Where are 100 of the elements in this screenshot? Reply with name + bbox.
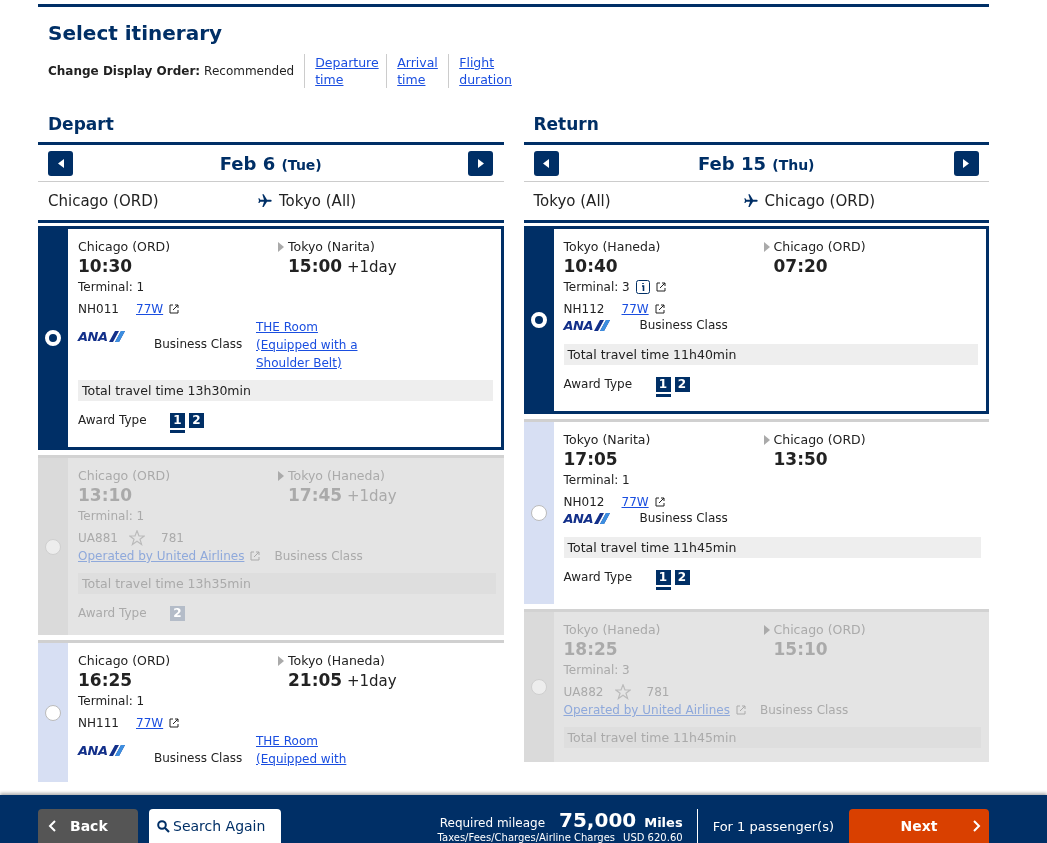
flight-number: NH112	[563, 302, 604, 316]
departure-airport: Tokyo (Haneda)	[563, 622, 662, 637]
origin: Tokyo (All)	[533, 192, 612, 210]
section-heading: Depart	[48, 114, 115, 134]
terminal: Terminal: 1	[78, 280, 145, 294]
triangle-icon	[278, 241, 284, 252]
cabin-class: Business Class	[154, 337, 244, 351]
next-date-button[interactable]	[954, 150, 979, 176]
origin: Chicago (ORD)	[48, 192, 160, 210]
sort-link[interactable]: Arrival time	[386, 54, 449, 88]
departure-time: 17:05	[563, 448, 619, 471]
right-triangle-icon	[478, 158, 484, 168]
flight-number: NH012	[563, 495, 604, 509]
departure-airport: Tokyo (Narita)	[563, 432, 652, 447]
back-button[interactable]: Back	[38, 809, 138, 843]
aircraft-link[interactable]: 77W	[136, 302, 164, 316]
arrival-airport: Tokyo (Haneda)	[278, 468, 478, 483]
departure-airport: Chicago (ORD)	[78, 468, 172, 483]
total-travel-time: Total travel time 13h30min	[78, 380, 493, 401]
departure-airport: Tokyo (Haneda)	[563, 239, 662, 254]
triangle-icon	[278, 470, 284, 481]
terminal: Terminal: 3	[563, 663, 630, 677]
chevron-right-icon	[973, 820, 981, 832]
award-type-label: Award Type	[78, 413, 148, 427]
chevron-left-icon	[48, 820, 56, 832]
flight-card[interactable]: Chicago (ORD) 16:25 Terminal: 1 Tokyo (Haneda) 21:05 +1day NH111 77W ANA Business Class THE Room (Equipped with	[38, 640, 504, 782]
award-type-option[interactable]: 1	[655, 377, 671, 397]
arrival-time: 15:00 +1day	[288, 255, 398, 278]
total-travel-time: Total travel time 11h45min	[563, 537, 981, 558]
arrival-time: 21:05 +1day	[288, 669, 398, 692]
external-link-icon	[169, 304, 180, 314]
star-alliance-icon	[614, 684, 631, 700]
search-icon	[157, 819, 170, 833]
external-link-icon	[654, 304, 665, 314]
external-link-icon	[655, 282, 666, 292]
current-order: Recommended	[204, 64, 295, 78]
previous-date-button[interactable]	[48, 150, 73, 176]
mileage-value: 75,000	[559, 808, 637, 832]
award-type-option[interactable]: 2	[674, 570, 690, 585]
aircraft-type: 781	[646, 685, 670, 699]
external-link-icon	[169, 718, 180, 728]
airline-logo: ANA	[563, 318, 624, 333]
flight-card[interactable]: Tokyo (Haneda) 10:40 Terminal: 3 Chicago (ORD) 07:20 NH112 77W ANA Business Class Total travel time 11h40min Award Type 1 2	[523, 226, 989, 414]
previous-date-button[interactable]	[533, 150, 559, 176]
arrival-airport: Tokyo (Haneda)	[278, 653, 478, 668]
radio-button[interactable]	[530, 505, 547, 521]
airline-logo: ANA	[78, 743, 138, 758]
mileage-label: Required mileage	[439, 816, 546, 830]
award-type-option[interactable]: 1	[655, 570, 671, 590]
aircraft-type: 781	[161, 531, 184, 545]
arrival-airport: Chicago (ORD)	[763, 239, 964, 254]
award-type-label: Award Type	[78, 606, 148, 620]
star-alliance-icon	[129, 530, 145, 546]
award-type-option[interactable]: 2	[189, 413, 204, 428]
next-date-button[interactable]	[468, 150, 494, 176]
terminal: Terminal: 1	[78, 509, 145, 523]
date: Feb 6 (Tue)	[219, 152, 322, 174]
radio-button[interactable]	[45, 704, 61, 721]
award-type-option[interactable]: 2	[674, 377, 690, 392]
destination: Tokyo (All)	[279, 192, 357, 210]
sort-link[interactable]: Departure time	[304, 54, 387, 88]
flight-card[interactable]: Tokyo (Narita) 17:05 Terminal: 1 Chicago (ORD) 13:50 NH012 77W ANA Business Class Total travel time 11h45min Award Type 1 2	[523, 419, 989, 604]
arrival-time: 13:50	[773, 448, 829, 471]
departure-time: 18:25	[563, 638, 619, 661]
terminal: Terminal: 1	[563, 473, 630, 487]
triangle-icon	[763, 434, 770, 445]
right-triangle-icon	[963, 158, 970, 168]
cabin-class: Business Class	[759, 703, 849, 717]
departure-airport: Chicago (ORD)	[78, 653, 172, 668]
triangle-icon	[763, 241, 770, 252]
arrival-time: 17:45 +1day	[288, 484, 398, 507]
flight-number: NH011	[78, 302, 118, 316]
seat-link[interactable]: THE Room (Equipped with a Shoulder Belt)	[256, 318, 362, 372]
taxes-label: Taxes/Fees/Charges/Airline Charges	[437, 832, 616, 843]
aircraft-link[interactable]: 77W	[621, 495, 649, 509]
aircraft-link[interactable]: 77W	[136, 716, 164, 730]
award-type-option[interactable]: 1	[170, 413, 185, 433]
date: Feb 15 (Thu)	[697, 152, 815, 174]
sort-link[interactable]: Flight duration	[448, 54, 523, 88]
search-again-button[interactable]: Search Again	[149, 809, 281, 843]
arrival-airport: Tokyo (Narita)	[278, 239, 478, 254]
left-triangle-icon	[57, 158, 64, 168]
flight-number: NH111	[78, 716, 118, 730]
departure-time: 16:25	[78, 669, 134, 692]
award-type-label: Award Type	[563, 377, 634, 391]
cabin-class: Business Class	[154, 751, 244, 765]
arrival-airport: Chicago (ORD)	[763, 432, 964, 447]
info-icon[interactable]	[635, 280, 650, 294]
airline-logo: ANA	[78, 329, 138, 344]
terminal: Terminal: 3	[563, 280, 630, 294]
mileage-unit: Miles	[644, 815, 683, 830]
departure-time: 10:40	[563, 255, 619, 278]
external-link-icon	[735, 705, 746, 715]
seat-link[interactable]: THE Room (Equipped with	[256, 732, 362, 768]
next-button[interactable]: Next	[849, 809, 989, 843]
triangle-icon	[763, 624, 770, 635]
flight-card[interactable]: Chicago (ORD) 10:30 Terminal: 1 Tokyo (Narita) 15:00 +1day NH011 77W ANA Business Class THE Room (Equipped with a Shoulder Belt) Total travel time 13h30min Award Type 1 2	[38, 226, 504, 450]
cabin-class: Business Class	[639, 511, 729, 525]
aircraft-link[interactable]: 77W	[621, 302, 649, 316]
triangle-icon	[278, 655, 284, 666]
